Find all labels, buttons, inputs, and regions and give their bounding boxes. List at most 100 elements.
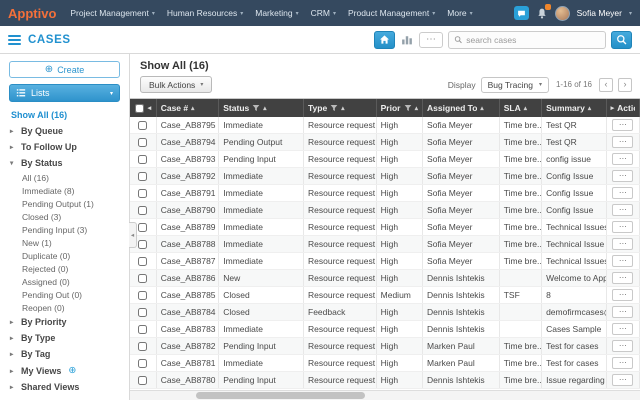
sort-icon[interactable]: ▴	[588, 104, 591, 112]
row-actions-button[interactable]: ⋯	[612, 374, 634, 386]
sidebar-item-pending-output[interactable]: Pending Output (1)	[22, 197, 120, 210]
topbar-menu-more[interactable]: More ▾	[441, 0, 478, 26]
table-row[interactable]: Case_AB8781 Immediate Resource request High…	[130, 354, 640, 372]
topbar-menu-project-management[interactable]: Project Management ▾	[64, 0, 160, 26]
sidebar-item-closed[interactable]: Closed (3)	[22, 210, 120, 223]
sidebar-section-by-queue[interactable]: ▸ By Queue	[9, 123, 120, 139]
hamburger-icon[interactable]	[8, 34, 21, 45]
create-button[interactable]: ⊕ Create	[9, 61, 120, 78]
row-checkbox[interactable]	[138, 325, 148, 335]
table-row[interactable]: Case_AB8785 Closed Resource request Medium D…	[130, 286, 640, 304]
table-row[interactable]: Case_AB8792 Immediate Resource request High…	[130, 167, 640, 185]
row-checkbox[interactable]	[138, 376, 148, 386]
sort-icon[interactable]: ▴	[480, 104, 483, 112]
column-header-sla[interactable]: SLA ▴	[499, 99, 543, 117]
topbar-menu-crm[interactable]: CRM ▾	[305, 0, 342, 26]
sidebar-item-duplicate[interactable]: Duplicate (0)	[22, 249, 120, 262]
sidebar-section-by-priority[interactable]: ▸ By Priority	[9, 314, 120, 330]
add-view-icon[interactable]: ⊕	[68, 365, 76, 376]
row-checkbox[interactable]	[138, 155, 148, 165]
scroll-left-icon[interactable]: ◂	[148, 104, 152, 112]
user-name[interactable]: Sofia Meyer	[577, 8, 622, 18]
table-row[interactable]: Case_AB8783 Immediate Resource request High…	[130, 320, 640, 338]
column-header-summary[interactable]: Summary ▴	[541, 99, 607, 117]
row-actions-button[interactable]: ⋯	[612, 255, 634, 267]
row-actions-button[interactable]: ⋯	[612, 187, 634, 199]
column-header-case[interactable]: Case # ▴	[156, 99, 220, 117]
column-header-status[interactable]: Status ▴	[218, 99, 304, 117]
topbar-menu-product-management[interactable]: Product Management ▾	[342, 0, 441, 26]
sort-icon[interactable]: ▴	[191, 104, 194, 112]
column-header-assigned-to[interactable]: Assigned To ▴	[422, 99, 500, 117]
sort-icon[interactable]: ▴	[263, 104, 266, 112]
row-actions-button[interactable]: ⋯	[612, 340, 634, 352]
topbar-menu-marketing[interactable]: Marketing ▾	[249, 0, 304, 26]
row-actions-button[interactable]: ⋯	[612, 289, 634, 301]
filter-icon[interactable]	[252, 104, 260, 112]
row-checkbox[interactable]	[138, 172, 148, 182]
table-row[interactable]: Case_AB8787 Immediate Resource request High…	[130, 252, 640, 270]
topbar-menu-human-resources[interactable]: Human Resources ▾	[161, 0, 249, 26]
sort-icon[interactable]: ▴	[415, 104, 418, 112]
sidebar-section-my-views[interactable]: ▸ My Views ⊕	[9, 362, 120, 379]
column-header-type[interactable]: Type ▴	[303, 99, 377, 117]
row-actions-button[interactable]: ⋯	[612, 357, 634, 369]
bulk-actions-button[interactable]: Bulk Actions ▾	[140, 76, 213, 93]
row-actions-button[interactable]: ⋯	[612, 306, 634, 318]
table-row[interactable]: Case_AB8780 Pending Input Resource request…	[130, 371, 640, 389]
prev-page-button[interactable]: ‹	[599, 77, 613, 92]
row-actions-button[interactable]: ⋯	[612, 136, 634, 148]
table-row[interactable]: Case_AB8795 Immediate Resource request High…	[130, 117, 640, 134]
reports-button[interactable]	[400, 33, 414, 46]
row-actions-button[interactable]: ⋯	[612, 221, 634, 233]
apptivo-logo[interactable]: Apptivo	[8, 6, 56, 21]
search-input[interactable]	[466, 34, 600, 45]
filter-icon[interactable]	[404, 104, 412, 112]
row-checkbox[interactable]	[138, 206, 148, 216]
table-row[interactable]: Case_AB8788 Immediate Resource request High…	[130, 235, 640, 253]
row-actions-button[interactable]: ⋯	[612, 170, 634, 182]
filter-icon[interactable]	[330, 104, 338, 112]
sidebar-collapse-handle[interactable]: ◂	[129, 222, 137, 248]
select-all-checkbox[interactable]	[134, 103, 144, 113]
table-row[interactable]: Case_AB8789 Immediate Resource request High…	[130, 218, 640, 236]
home-button[interactable]	[374, 30, 395, 49]
sort-icon[interactable]: ▴	[524, 104, 527, 112]
search-button[interactable]	[611, 30, 632, 49]
sidebar-section-by-type[interactable]: ▸ By Type	[9, 330, 120, 346]
row-checkbox[interactable]	[138, 342, 148, 352]
table-row[interactable]: Case_AB8786 New Resource request High Dennis…	[130, 269, 640, 287]
sidebar-item-rejected[interactable]: Rejected (0)	[22, 262, 120, 275]
user-menu-caret-icon[interactable]: ▾	[629, 10, 632, 17]
display-dropdown[interactable]: Bug Tracing ▾	[480, 76, 549, 93]
table-row[interactable]: Case_AB8794 Pending Output Resource reques…	[130, 133, 640, 151]
row-checkbox[interactable]	[138, 257, 148, 267]
sidebar-section-to-follow-up[interactable]: ▸ To Follow Up	[9, 139, 120, 155]
sort-icon[interactable]: ▴	[341, 104, 344, 112]
table-row[interactable]: Case_AB8790 Immediate Resource request High…	[130, 201, 640, 219]
row-checkbox[interactable]	[138, 189, 148, 199]
sidebar-item-immediate[interactable]: Immediate (8)	[22, 184, 120, 197]
table-row[interactable]: Case_AB8793 Pending Input Resource request…	[130, 150, 640, 168]
column-header-priority[interactable]: Priority ▴	[376, 99, 424, 117]
row-checkbox[interactable]	[138, 240, 148, 250]
sidebar-item-assigned[interactable]: Assigned (0)	[22, 275, 120, 288]
sidebar-section-shared-views[interactable]: ▸ Shared Views	[9, 379, 120, 395]
sidebar-item-reopen[interactable]: Reopen (0)	[22, 301, 120, 314]
row-actions-button[interactable]: ⋯	[612, 272, 634, 284]
scrollbar-thumb[interactable]	[196, 392, 365, 399]
lists-button[interactable]: Lists ▾	[9, 84, 120, 102]
horizontal-scrollbar[interactable]	[130, 390, 640, 400]
row-checkbox[interactable]	[138, 291, 148, 301]
row-actions-button[interactable]: ⋯	[612, 153, 634, 165]
table-row[interactable]: Case_AB8782 Pending Input Resource request…	[130, 337, 640, 355]
table-row[interactable]: Case_AB8784 Closed Feedback High Dennis Isht…	[130, 303, 640, 321]
sidebar-item-pending-input[interactable]: Pending Input (3)	[22, 223, 120, 236]
table-row[interactable]: Case_AB8791 Immediate Resource request High…	[130, 184, 640, 202]
sidebar-item-new[interactable]: New (1)	[22, 236, 120, 249]
user-avatar[interactable]	[554, 5, 570, 21]
row-actions-button[interactable]: ⋯	[612, 204, 634, 216]
sidebar-section-by-status[interactable]: ▾ By Status	[9, 155, 120, 171]
sidebar-section-by-tag[interactable]: ▸ By Tag	[9, 346, 120, 362]
row-actions-button[interactable]: ⋯	[612, 119, 634, 131]
